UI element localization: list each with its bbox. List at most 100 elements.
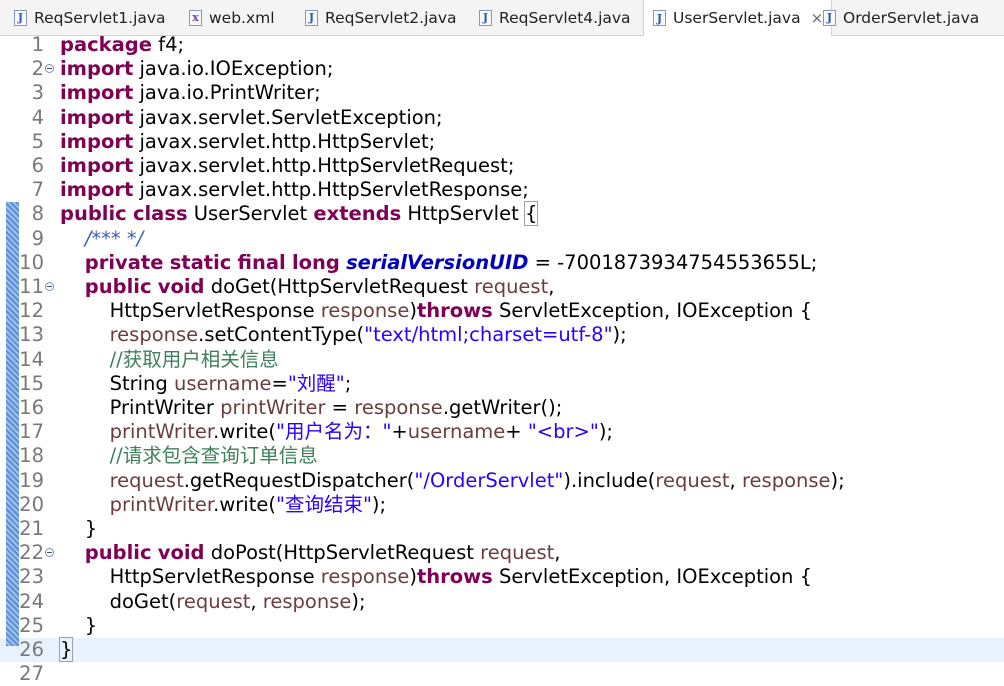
code-token-txt: javax.servlet.ServletException;	[133, 105, 443, 129]
tab-label: OrderServlet.java	[843, 8, 980, 27]
code-token-txt: );	[598, 420, 614, 444]
code-token-txt: ,	[554, 541, 561, 565]
code-line[interactable]: 21 }	[0, 517, 1004, 541]
code-token-kw: import	[60, 129, 134, 153]
code-token-kw: throws	[416, 565, 493, 589]
tab-label: ReqServlet4.java	[499, 8, 631, 27]
code-line[interactable]: 9 /*** */	[0, 227, 1004, 251]
line-number: 3	[31, 81, 44, 105]
code-line[interactable]: 24 doGet(request, response);	[0, 590, 1004, 614]
code-token-txt: java.io.IOException;	[133, 57, 334, 81]
code-text: public void doPost(HttpServletRequest re…	[60, 541, 561, 565]
code-line[interactable]: 15 String username="刘醒";	[0, 372, 1004, 396]
code-line[interactable]: 16 PrintWriter printWriter = response.ge…	[0, 396, 1004, 420]
code-line[interactable]: 11 public void doGet(HttpServletRequest …	[0, 275, 1004, 299]
tab-userservlet[interactable]: J UserServlet.java ×	[643, 0, 833, 36]
code-line[interactable]: 18 //请求包含查询订单信息	[0, 444, 1004, 468]
tab-web-xml[interactable]: x web.xml	[189, 0, 275, 35]
code-token-txt: +	[505, 420, 528, 444]
fold-collapse-icon[interactable]	[45, 282, 54, 291]
code-text: //请求包含查询订单信息	[60, 444, 318, 468]
fold-collapse-icon[interactable]	[45, 64, 54, 74]
code-token-txt: );	[371, 492, 387, 516]
code-line[interactable]: 12 HttpServletResponse response)throws S…	[0, 299, 1004, 323]
code-line[interactable]: 23 HttpServletResponse response)throws S…	[0, 565, 1004, 589]
code-line[interactable]: 5 import javax.servlet.http.HttpServlet;	[0, 130, 1004, 154]
code-line[interactable]: 4 import javax.servlet.ServletException;	[0, 106, 1004, 130]
tab-reqservlet4[interactable]: J ReqServlet4.java	[479, 0, 631, 35]
code-token-txt: }	[60, 613, 98, 637]
code-token-str: "text/html;charset=utf-8"	[364, 323, 613, 347]
code-line[interactable]: 17 printWriter.write("用户名为："+username+ "…	[0, 420, 1004, 444]
tab-label: UserServlet.java	[673, 9, 801, 27]
code-token-str: "刘醒"	[287, 371, 345, 395]
code-token-txt: +	[391, 420, 408, 444]
code-token-var: printWriter	[220, 396, 326, 419]
code-line[interactable]: 26}	[0, 637, 1004, 662]
java-file-icon: J	[479, 9, 492, 26]
code-line[interactable]: 3 import java.io.PrintWriter;	[0, 81, 1004, 105]
code-token-txt: HttpServlet	[401, 202, 525, 226]
code-editor[interactable]: 1 package f4; 2 import java.io.IOException;…	[0, 33, 1004, 685]
code-token-kw: import	[60, 105, 134, 129]
code-token-kw: extends	[313, 202, 402, 226]
code-token-var: printWriter	[109, 420, 214, 444]
code-token-txt: ServletException, IOException {	[492, 565, 813, 589]
code-token-fld: serialVersionUID	[346, 250, 529, 274]
code-line[interactable]: 20 printWriter.write("查询结束");	[0, 493, 1004, 517]
code-token-var: request	[474, 275, 549, 298]
code-text: printWriter.write("查询结束");	[60, 492, 387, 517]
fold-collapse-icon[interactable]	[45, 548, 54, 558]
code-line[interactable]: 27	[0, 662, 1004, 686]
code-text: import javax.servlet.http.HttpServletReq…	[60, 154, 514, 178]
code-token-kw: package	[60, 33, 152, 56]
code-line[interactable]: 10 private static final long serialVersi…	[0, 251, 1004, 275]
code-line[interactable]: 14 //获取用户相关信息	[0, 348, 1004, 372]
line-number: 7	[31, 178, 44, 202]
code-token-var: response	[262, 589, 352, 613]
code-text: import javax.servlet.http.HttpServlet;	[60, 130, 435, 154]
tab-orderservlet[interactable]: J OrderServlet.java	[823, 0, 979, 35]
code-token-txt: );	[830, 468, 845, 492]
close-icon[interactable]: ×	[811, 9, 824, 27]
code-text: import java.io.PrintWriter;	[60, 81, 321, 105]
code-text: HttpServletResponse response)throws Serv…	[60, 565, 812, 589]
code-token-txt: ).include(	[563, 468, 656, 492]
java-file-icon: J	[653, 10, 666, 26]
code-token-var: response	[320, 565, 410, 589]
code-text: import java.io.IOException;	[60, 57, 333, 81]
code-token-txt: .getWriter();	[442, 396, 563, 419]
tab-label: ReqServlet1.java	[34, 8, 166, 27]
code-token-txt: .write(	[213, 420, 276, 444]
code-token-txt: );	[612, 323, 627, 347]
line-number: 27	[19, 662, 44, 686]
line-number: 6	[31, 154, 44, 177]
code-line[interactable]: 7 import javax.servlet.http.HttpServletRe…	[0, 178, 1004, 202]
code-line[interactable]: 13 response.setContentType("text/html;ch…	[0, 323, 1004, 347]
code-token-txt: .getRequestDispatcher(	[183, 468, 415, 492]
code-token-var: request	[480, 541, 555, 565]
code-token-var: response	[354, 396, 443, 419]
code-text: PrintWriter printWriter = response.getWr…	[60, 396, 563, 420]
code-token-kw: long	[291, 250, 340, 274]
code-line[interactable]: 8 public class UserServlet extends HttpSe…	[0, 201, 1004, 227]
code-line[interactable]: 6 import javax.servlet.http.HttpServletRe…	[0, 154, 1004, 178]
code-token-var: username	[173, 371, 272, 395]
tab-reqservlet1[interactable]: J ReqServlet1.java	[14, 0, 166, 35]
code-line[interactable]: 22 public void doPost(HttpServletRequest…	[0, 541, 1004, 565]
code-text: public void doGet(HttpServletRequest req…	[60, 275, 555, 299]
code-line[interactable]: 2 import java.io.IOException;	[0, 57, 1004, 81]
code-line[interactable]: 19 request.getRequestDispatcher("/OrderS…	[0, 469, 1004, 493]
code-token-kw: void	[157, 275, 205, 298]
code-line[interactable]: 1 package f4;	[0, 33, 1004, 57]
code-line[interactable]: 25 }	[0, 614, 1004, 638]
tab-reqservlet2[interactable]: J ReqServlet2.java	[305, 0, 457, 35]
code-token-bracket: {	[523, 201, 539, 227]
